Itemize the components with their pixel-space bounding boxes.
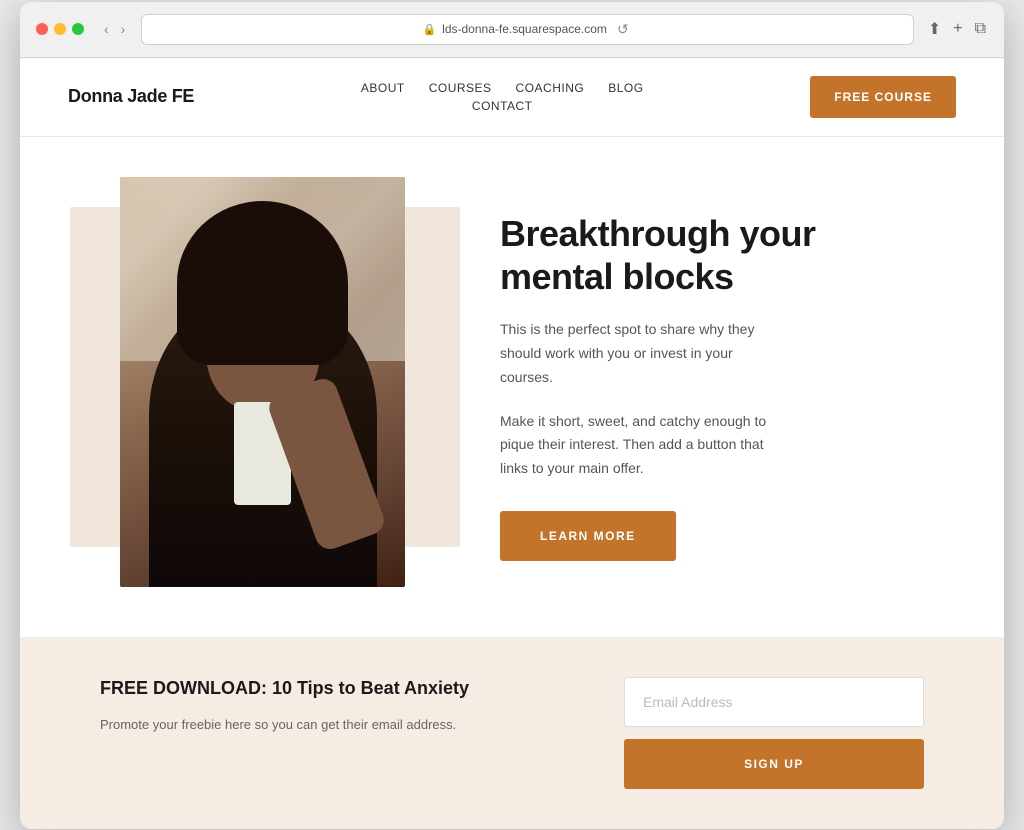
site-logo: Donna Jade FE [68,86,194,107]
photo-figure-hair [177,201,348,365]
signup-form: SIGN UP [532,677,924,789]
reload-button[interactable]: ↺ [613,19,633,40]
hero-content: Breakthrough your mental blocks This is … [500,212,924,561]
signup-button[interactable]: SIGN UP [624,739,924,789]
nav-row-bottom: CONTACT [472,99,533,113]
browser-chrome: ‹ › 🔒 lds-donna-fe.squarespace.com ↺ ⬆ +… [20,2,1004,58]
signup-section: FREE DOWNLOAD: 10 Tips to Beat Anxiety P… [20,637,1004,829]
signup-title: FREE DOWNLOAD: 10 Tips to Beat Anxiety [100,677,492,700]
hero-image-container [100,177,440,597]
maximize-button[interactable] [72,23,84,35]
site-nav: ABOUT COURSES COACHING BLOG CONTACT [361,81,644,113]
nav-contact[interactable]: CONTACT [472,99,533,113]
minimize-button[interactable] [54,23,66,35]
browser-nav-controls: ‹ › [100,19,129,39]
close-button[interactable] [36,23,48,35]
email-input[interactable] [624,677,924,727]
new-tab-button[interactable]: + [951,17,964,41]
site-header: Donna Jade FE ABOUT COURSES COACHING BLO… [20,58,1004,137]
hero-body-text-2: Make it short, sweet, and catchy enough … [500,410,780,481]
browser-back-button[interactable]: ‹ [100,19,113,39]
url-text: lds-donna-fe.squarespace.com [442,22,607,36]
hero-headline: Breakthrough your mental blocks [500,212,924,298]
browser-window: ‹ › 🔒 lds-donna-fe.squarespace.com ↺ ⬆ +… [20,2,1004,829]
hero-section: Breakthrough your mental blocks This is … [20,137,1004,637]
learn-more-button[interactable]: LEARN MORE [500,511,676,561]
address-bar[interactable]: 🔒 lds-donna-fe.squarespace.com ↺ [141,14,913,45]
signup-description: Promote your freebie here so you can get… [100,714,492,736]
hero-photo [120,177,405,587]
nav-row-top: ABOUT COURSES COACHING BLOG [361,81,644,95]
hero-body-text-1: This is the perfect spot to share why th… [500,318,780,389]
hero-photo-inner [120,177,405,587]
browser-action-buttons: ⬆ + ⧉ [926,17,988,41]
nav-coaching[interactable]: COACHING [516,81,585,95]
share-button[interactable]: ⬆ [926,17,943,41]
signup-left: FREE DOWNLOAD: 10 Tips to Beat Anxiety P… [100,677,492,736]
browser-forward-button[interactable]: › [117,19,130,39]
nav-courses[interactable]: COURSES [429,81,492,95]
tabs-overview-button[interactable]: ⧉ [973,17,988,41]
traffic-lights [36,23,84,35]
site-content: Donna Jade FE ABOUT COURSES COACHING BLO… [20,58,1004,829]
nav-blog[interactable]: BLOG [608,81,643,95]
nav-about[interactable]: ABOUT [361,81,405,95]
lock-icon: 🔒 [422,23,436,36]
free-course-button[interactable]: FREE COURSE [810,76,956,118]
